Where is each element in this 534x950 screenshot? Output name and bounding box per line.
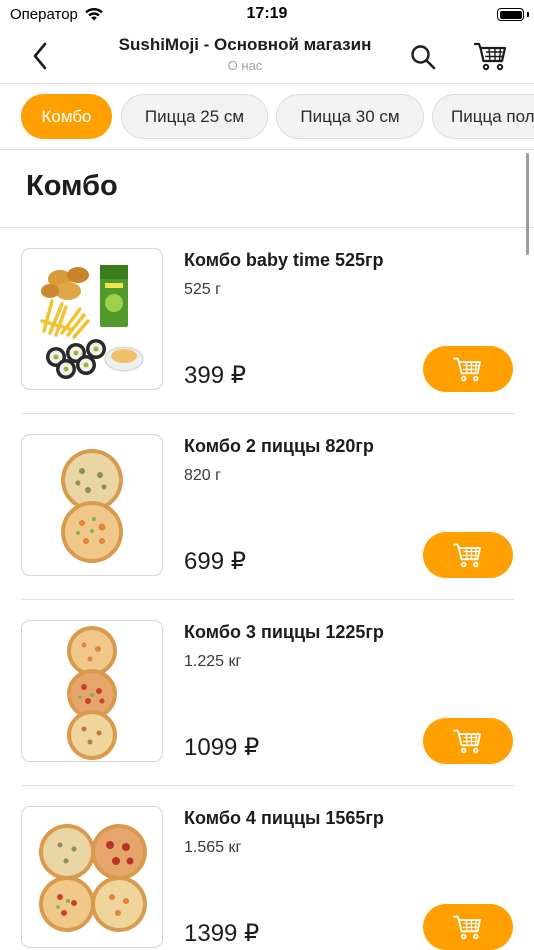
product-image-three-pizzas[interactable] [21,620,163,762]
status-bar: Оператор 17:19 [0,0,534,30]
product-price: 399 ₽ [184,362,246,389]
product-name[interactable]: Комбо 3 пиццы 1225гр [184,622,384,643]
product-image-two-pizzas[interactable] [21,434,163,576]
back-chevron-icon [33,42,47,70]
nav-titles[interactable]: SushiMoji - Основной магазин О нас [100,35,390,73]
product-weight: 525 г [184,281,221,298]
section-title: Комбо [26,170,118,202]
product-weight: 1.225 кг [184,653,242,670]
product-image-four-pizzas[interactable] [21,806,163,948]
category-chip-pizza-25[interactable]: Пицца 25 см [121,94,268,139]
category-chip-pizza-half[interactable]: Пицца пол [432,94,534,139]
store-title: SushiMoji - Основной магазин [118,35,372,54]
cart-button[interactable] [470,36,512,76]
product-name[interactable]: Комбо baby time 525гр [184,250,384,271]
product-name[interactable]: Комбо 4 пиццы 1565гр [184,808,384,829]
cart-icon [474,42,507,71]
status-time: 17:19 [246,5,288,22]
battery-icon [497,8,524,21]
cart-icon [453,915,482,940]
cart-icon [453,357,482,382]
add-to-cart-button[interactable] [423,718,513,764]
product-weight: 820 г [184,467,221,484]
battery-tip [527,12,529,17]
product-price: 699 ₽ [184,548,246,575]
product-card[interactable]: Комбо baby time 525гр 525 г 399 ₽ [0,228,534,414]
cart-icon [453,729,482,754]
category-strip[interactable]: Комбо Пицца 25 см Пицца 30 см Пицца пол [0,84,534,150]
back-button[interactable] [22,36,58,76]
category-chip-pizza-30[interactable]: Пицца 30 см [276,94,424,139]
search-icon [411,45,436,70]
nav-bar: SushiMoji - Основной магазин О нас [0,30,534,84]
product-image-nuggets-combo[interactable] [21,248,163,390]
product-price: 1099 ₽ [184,734,260,761]
product-card[interactable]: Комбо 3 пиццы 1225гр 1.225 кг 1099 ₽ [0,600,534,786]
product-card[interactable]: Комбо 2 пиццы 820гр 820 г 699 ₽ [0,414,534,600]
add-to-cart-button[interactable] [423,532,513,578]
product-card[interactable]: Комбо 4 пиццы 1565гр 1.565 кг 1399 ₽ [0,786,534,950]
cart-icon [453,543,482,568]
about-link[interactable]: О нас [100,58,390,73]
product-price: 1399 ₽ [184,920,260,947]
search-button[interactable] [404,38,442,76]
product-name[interactable]: Комбо 2 пиццы 820гр [184,436,374,457]
category-chip-combo[interactable]: Комбо [21,94,112,139]
add-to-cart-button[interactable] [423,904,513,950]
add-to-cart-button[interactable] [423,346,513,392]
product-weight: 1.565 кг [184,839,242,856]
